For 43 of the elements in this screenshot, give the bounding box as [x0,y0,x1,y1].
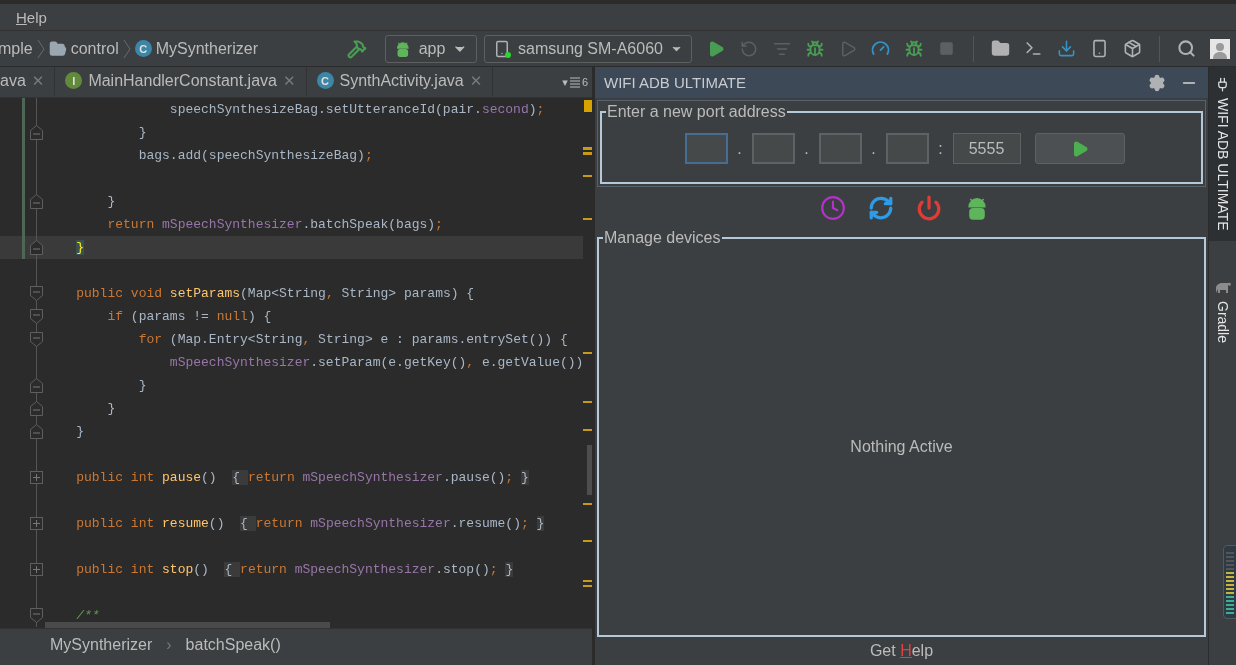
code-line: public int resume() { return mSpeechSynthesizer.resume(); } [75,516,545,531]
port-field[interactable]: 5555 [952,133,1021,164]
class-icon: C [316,72,334,89]
breadcrumb-item[interactable]: control [70,39,119,58]
code-line: speechSynthesizeBag.setUtteranceId(pair.second); [168,102,545,117]
class-icon: C [134,40,152,57]
code-line: } [106,194,116,209]
empty-message: Nothing Active [850,438,953,456]
panel-title: WIFI ADB ULTIMATE [604,74,747,91]
interface-icon: I [65,72,83,89]
code-line: /** [75,608,100,623]
code-line: } [137,378,147,393]
address-separator: . [736,139,743,158]
group-legend: Manage devices [603,229,722,247]
address-separator: : [937,139,944,158]
code-line: public void setParams(Map<String, String> params) { [75,286,475,301]
breadcrumb-separator: › [166,635,172,654]
breadcrumb-item[interactable]: MySyntherizer [155,39,258,58]
code-line: } [75,424,85,439]
code-line: } [137,125,147,140]
code-line: return mSpeechSynthesizer.batchSpeak(bags); [106,217,443,232]
breadcrumb-item[interactable]: batchSpeak() [185,635,281,654]
menu-item[interactable]: Help [16,8,47,26]
side-tab[interactable]: WIFI ADB ULTIMATE [1209,67,1236,241]
code-line: public int pause() { return mSpeechSynthesizer.pause(); } [75,470,529,485]
side-tab[interactable]: Gradle [1209,270,1236,353]
editor-tab[interactable]: ava ✕ [0,67,56,97]
address-separator: . [870,139,877,158]
device-dropdown[interactable]: samsung SM-A6060 [484,34,692,63]
code-line: bags.add(speechSynthesizeBag); [137,148,373,163]
breadcrumb-item[interactable]: MySyntherizer [50,635,153,654]
code-line: public int stop() { return mSpeechSynthesizer.stop(); } [75,562,514,577]
code-line: if (params != null) { [106,309,272,324]
tab-overflow-button[interactable]: ▾ 6 [562,67,592,97]
help-link[interactable]: Get Help [869,642,934,660]
editor-tab[interactable]: I MainHandlerConstant.java ✕ [55,67,307,97]
editor-tab[interactable]: C SynthActivity.java ✕ [306,67,494,97]
group-legend: Enter a new port address [606,103,787,121]
code-line: for (Map.Entry<String, String> e : params.entrySet()) { [137,332,568,347]
code-line: mSpeechSynthesizer.setParam(e.getKey(), e.getValue()) [168,355,584,370]
address-separator: . [803,139,810,158]
code-line: } [106,401,116,416]
run-config-dropdown[interactable]: app [385,34,477,63]
